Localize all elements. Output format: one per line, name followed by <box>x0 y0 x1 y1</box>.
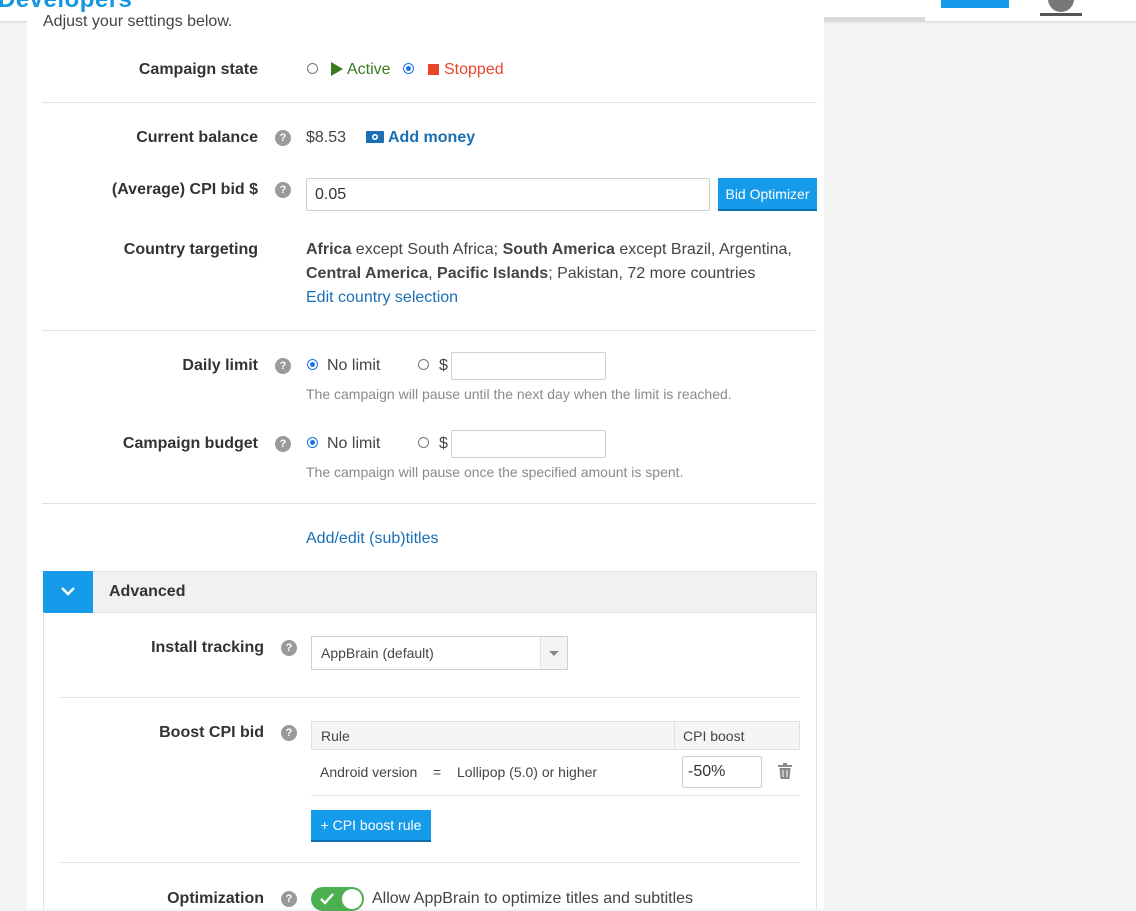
bid-optimizer-button[interactable]: Bid Optimizer <box>718 178 817 211</box>
install-tracking-label: Install tracking <box>151 639 264 656</box>
daily-limit-input[interactable] <box>451 352 606 380</box>
campaign-state-label: Campaign state <box>138 61 258 78</box>
advanced-collapse-toggle[interactable] <box>43 571 93 613</box>
campaign-state-stopped-radio[interactable] <box>403 63 414 74</box>
nav-tab-indicator[interactable] <box>824 17 925 21</box>
help-icon[interactable]: ? <box>281 725 297 741</box>
daily-limit-amount-radio[interactable] <box>418 359 429 370</box>
country-text: , <box>428 265 438 282</box>
check-icon <box>320 893 334 905</box>
divider <box>42 330 817 331</box>
column-header-cpi-boost: CPI boost <box>683 728 745 744</box>
add-money-link[interactable]: Add money <box>388 129 475 147</box>
balance-value: $8.53 <box>306 129 347 146</box>
region-africa: Africa <box>306 241 352 258</box>
rule-value: Lollipop (5.0) or higher <box>457 764 598 780</box>
optimization-label: Optimization <box>167 890 264 907</box>
help-icon[interactable]: ? <box>275 436 291 452</box>
cpi-bid-label: (Average) CPI bid $ <box>111 181 258 198</box>
money-icon <box>366 131 384 143</box>
chevron-down-icon <box>540 637 567 669</box>
chevron-down-icon <box>61 587 75 596</box>
current-balance-label: Current balance <box>136 129 258 146</box>
campaign-state-stopped-label[interactable]: Stopped <box>444 61 504 79</box>
country-summary-line-2: Central America, Pacific Islands; Pakist… <box>306 265 755 283</box>
divider <box>59 862 800 863</box>
campaign-state-active-radio[interactable] <box>307 63 318 74</box>
daily-limit-currency: $ <box>439 357 448 374</box>
region-pacific-islands: Pacific Islands <box>437 265 549 282</box>
brand-logo[interactable]: Developers <box>0 0 132 14</box>
install-tracking-select[interactable]: AppBrain (default) <box>311 636 568 670</box>
country-text: except South Africa; <box>351 241 503 258</box>
help-icon[interactable]: ? <box>275 130 291 146</box>
advanced-title: Advanced <box>109 583 186 600</box>
header-action-button[interactable] <box>941 0 1009 8</box>
table-row: Android version = Lollipop (5.0) or high… <box>311 750 800 796</box>
budget-currency: $ <box>439 435 448 452</box>
budget-input[interactable] <box>451 430 606 458</box>
rule-operator: = <box>433 764 442 780</box>
divider <box>42 102 817 103</box>
optimization-text: Allow AppBrain to optimize titles and su… <box>372 890 694 907</box>
boost-cpi-label: Boost CPI bid <box>159 724 264 741</box>
optimization-toggle[interactable] <box>311 887 364 911</box>
daily-limit-no-limit-radio[interactable] <box>307 359 318 370</box>
edit-country-selection-link[interactable]: Edit country selection <box>306 289 458 307</box>
country-text: ; Pakistan, 72 more countries <box>548 265 756 282</box>
divider <box>59 697 800 698</box>
add-cpi-boost-rule-button[interactable]: + CPI boost rule <box>311 810 431 842</box>
help-icon[interactable]: ? <box>275 182 291 198</box>
daily-limit-hint: The campaign will pause until the next d… <box>306 386 732 402</box>
country-summary-line-1: Africa except South Africa; South Americ… <box>306 241 792 259</box>
column-header-rule: Rule <box>321 728 350 744</box>
country-targeting-label: Country targeting <box>123 241 258 258</box>
help-icon[interactable]: ? <box>281 640 297 656</box>
budget-no-limit-label[interactable]: No limit <box>327 435 380 453</box>
user-avatar[interactable] <box>1040 0 1082 18</box>
stop-icon <box>428 64 439 75</box>
avatar-base <box>1040 13 1082 16</box>
campaign-budget-label: Campaign budget <box>122 435 258 452</box>
budget-no-limit-radio[interactable] <box>307 437 318 448</box>
cpi-boost-input[interactable] <box>682 756 762 788</box>
rule-field: Android version <box>320 764 418 780</box>
help-icon[interactable]: ? <box>275 358 291 374</box>
country-text: except Brazil, Argentina, <box>614 241 792 258</box>
divider <box>42 503 817 504</box>
install-tracking-selected: AppBrain (default) <box>321 645 434 661</box>
column-separator <box>674 722 675 749</box>
help-icon[interactable]: ? <box>281 891 297 907</box>
settings-card: Adjust your settings below. Campaign sta… <box>27 13 824 911</box>
campaign-state-active-label[interactable]: Active <box>347 61 391 79</box>
region-south-america: South America <box>502 241 615 258</box>
daily-limit-label: Daily limit <box>182 357 258 374</box>
edit-subtitles-link[interactable]: Add/edit (sub)titles <box>306 530 439 548</box>
cpi-bid-input[interactable] <box>306 178 710 211</box>
daily-limit-no-limit-label[interactable]: No limit <box>327 357 380 375</box>
budget-hint: The campaign will pause once the specifi… <box>306 464 684 480</box>
trash-icon[interactable] <box>778 763 792 779</box>
advanced-section-header[interactable]: Advanced <box>43 571 817 613</box>
region-central-america: Central America <box>306 265 429 282</box>
budget-amount-radio[interactable] <box>418 437 429 448</box>
toggle-knob <box>342 889 362 909</box>
play-icon <box>331 62 343 76</box>
intro-text: Adjust your settings below. <box>43 13 233 30</box>
boost-table-header: Rule CPI boost <box>311 721 800 750</box>
avatar-head-icon <box>1048 0 1074 12</box>
